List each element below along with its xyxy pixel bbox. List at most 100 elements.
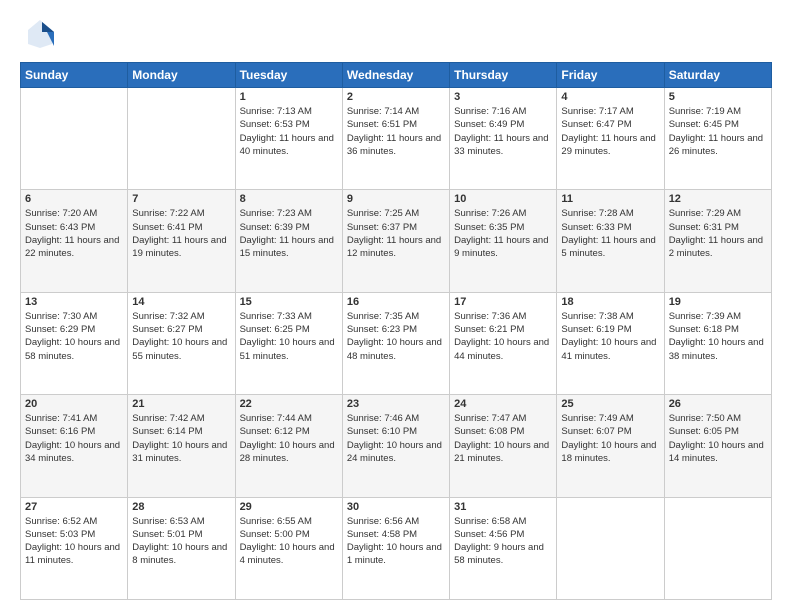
day-info: Sunrise: 7:35 AM Sunset: 6:23 PM Dayligh…	[347, 310, 445, 363]
day-info: Sunrise: 7:28 AM Sunset: 6:33 PM Dayligh…	[561, 207, 659, 260]
day-info: Sunrise: 6:56 AM Sunset: 4:58 PM Dayligh…	[347, 515, 445, 568]
calendar-week-row: 20 Sunrise: 7:41 AM Sunset: 6:16 PM Dayli…	[21, 395, 772, 497]
calendar-cell: 18Sunrise: 7:38 AM Sunset: 6:19 PM Dayli…	[557, 292, 664, 394]
day-info: Sunrise: 7:16 AM Sunset: 6:49 PM Dayligh…	[454, 105, 552, 158]
day-number: 15	[240, 296, 338, 308]
day-number: 28	[132, 501, 230, 513]
weekday-header: Friday	[557, 63, 664, 88]
day-info: Sunrise: 7:30 AM Sunset: 6:29 PM Dayligh…	[25, 310, 123, 363]
calendar-cell: 11 Sunrise: 7:28 AM Sunset: 6:33 PM Dayli…	[557, 190, 664, 292]
calendar-cell: 13 Sunrise: 7:30 AM Sunset: 6:29 PM Dayli…	[21, 292, 128, 394]
day-info: Sunrise: 6:55 AM Sunset: 5:00 PM Dayligh…	[240, 515, 338, 568]
calendar-cell: 26 Sunrise: 7:50 AM Sunset: 6:05 PM Dayli…	[664, 395, 771, 497]
day-number: 12	[669, 193, 767, 205]
day-number: 5	[669, 91, 767, 103]
calendar-cell: 5Sunrise: 7:19 AM Sunset: 6:45 PM Daylig…	[664, 88, 771, 190]
page: SundayMondayTuesdayWednesdayThursdayFrid…	[0, 0, 792, 612]
calendar-cell: 4 Sunrise: 7:17 AM Sunset: 6:47 PM Daylig…	[557, 88, 664, 190]
calendar-cell: 21Sunrise: 7:42 AM Sunset: 6:14 PM Dayli…	[128, 395, 235, 497]
day-number: 31	[454, 501, 552, 513]
day-info: Sunrise: 7:38 AM Sunset: 6:19 PM Dayligh…	[561, 310, 659, 363]
day-number: 4	[561, 91, 659, 103]
day-number: 6	[25, 193, 123, 205]
day-number: 7	[132, 193, 230, 205]
calendar-cell: 31 Sunrise: 6:58 AM Sunset: 4:56 PM Dayli…	[450, 497, 557, 599]
day-info: Sunrise: 7:22 AM Sunset: 6:41 PM Dayligh…	[132, 207, 230, 260]
day-info: Sunrise: 7:32 AM Sunset: 6:27 PM Dayligh…	[132, 310, 230, 363]
calendar-cell: 23 Sunrise: 7:46 AM Sunset: 6:10 PM Dayli…	[342, 395, 449, 497]
day-info: Sunrise: 7:47 AM Sunset: 6:08 PM Dayligh…	[454, 412, 552, 465]
calendar-cell: 27 Sunrise: 6:52 AM Sunset: 5:03 PM Dayli…	[21, 497, 128, 599]
logo-icon	[20, 16, 56, 52]
day-number: 2	[347, 91, 445, 103]
day-info: Sunrise: 7:26 AM Sunset: 6:35 PM Dayligh…	[454, 207, 552, 260]
calendar-cell: 12 Sunrise: 7:29 AM Sunset: 6:31 PM Dayli…	[664, 190, 771, 292]
day-number: 23	[347, 398, 445, 410]
day-number: 24	[454, 398, 552, 410]
day-info: Sunrise: 6:58 AM Sunset: 4:56 PM Dayligh…	[454, 515, 552, 568]
calendar-header-row: SundayMondayTuesdayWednesdayThursdayFrid…	[21, 63, 772, 88]
day-number: 27	[25, 501, 123, 513]
day-number: 17	[454, 296, 552, 308]
day-number: 22	[240, 398, 338, 410]
day-info: Sunrise: 7:33 AM Sunset: 6:25 PM Dayligh…	[240, 310, 338, 363]
day-info: Sunrise: 7:44 AM Sunset: 6:12 PM Dayligh…	[240, 412, 338, 465]
calendar-cell: 14 Sunrise: 7:32 AM Sunset: 6:27 PM Dayli…	[128, 292, 235, 394]
calendar-cell: 6 Sunrise: 7:20 AM Sunset: 6:43 PM Daylig…	[21, 190, 128, 292]
calendar-week-row: 13 Sunrise: 7:30 AM Sunset: 6:29 PM Dayli…	[21, 292, 772, 394]
day-number: 25	[561, 398, 659, 410]
day-info: Sunrise: 7:46 AM Sunset: 6:10 PM Dayligh…	[347, 412, 445, 465]
day-number: 20	[25, 398, 123, 410]
day-info: Sunrise: 7:17 AM Sunset: 6:47 PM Dayligh…	[561, 105, 659, 158]
day-info: Sunrise: 6:52 AM Sunset: 5:03 PM Dayligh…	[25, 515, 123, 568]
calendar-table: SundayMondayTuesdayWednesdayThursdayFrid…	[20, 62, 772, 600]
weekday-header: Tuesday	[235, 63, 342, 88]
day-info: Sunrise: 7:20 AM Sunset: 6:43 PM Dayligh…	[25, 207, 123, 260]
calendar-cell: 16 Sunrise: 7:35 AM Sunset: 6:23 PM Dayli…	[342, 292, 449, 394]
day-number: 1	[240, 91, 338, 103]
calendar-week-row: 27 Sunrise: 6:52 AM Sunset: 5:03 PM Dayli…	[21, 497, 772, 599]
calendar-cell: 17 Sunrise: 7:36 AM Sunset: 6:21 PM Dayli…	[450, 292, 557, 394]
day-number: 14	[132, 296, 230, 308]
day-info: Sunrise: 7:14 AM Sunset: 6:51 PM Dayligh…	[347, 105, 445, 158]
calendar-cell: 25 Sunrise: 7:49 AM Sunset: 6:07 PM Dayli…	[557, 395, 664, 497]
calendar-cell	[128, 88, 235, 190]
calendar-cell: 3Sunrise: 7:16 AM Sunset: 6:49 PM Daylig…	[450, 88, 557, 190]
day-info: Sunrise: 7:49 AM Sunset: 6:07 PM Dayligh…	[561, 412, 659, 465]
day-number: 8	[240, 193, 338, 205]
day-info: Sunrise: 7:13 AM Sunset: 6:53 PM Dayligh…	[240, 105, 338, 158]
calendar-cell: 7 Sunrise: 7:22 AM Sunset: 6:41 PM Daylig…	[128, 190, 235, 292]
calendar-cell: 22 Sunrise: 7:44 AM Sunset: 6:12 PM Dayli…	[235, 395, 342, 497]
calendar-cell: 20 Sunrise: 7:41 AM Sunset: 6:16 PM Dayli…	[21, 395, 128, 497]
calendar-week-row: 6 Sunrise: 7:20 AM Sunset: 6:43 PM Daylig…	[21, 190, 772, 292]
day-info: Sunrise: 7:41 AM Sunset: 6:16 PM Dayligh…	[25, 412, 123, 465]
day-number: 9	[347, 193, 445, 205]
day-number: 11	[561, 193, 659, 205]
calendar-cell: 24 Sunrise: 7:47 AM Sunset: 6:08 PM Dayli…	[450, 395, 557, 497]
calendar-cell: 8 Sunrise: 7:23 AM Sunset: 6:39 PM Daylig…	[235, 190, 342, 292]
day-info: Sunrise: 7:36 AM Sunset: 6:21 PM Dayligh…	[454, 310, 552, 363]
day-info: Sunrise: 7:42 AM Sunset: 6:14 PM Dayligh…	[132, 412, 230, 465]
day-number: 10	[454, 193, 552, 205]
weekday-header: Monday	[128, 63, 235, 88]
calendar-cell: 1 Sunrise: 7:13 AM Sunset: 6:53 PM Daylig…	[235, 88, 342, 190]
calendar-cell: 19 Sunrise: 7:39 AM Sunset: 6:18 PM Dayli…	[664, 292, 771, 394]
weekday-header: Saturday	[664, 63, 771, 88]
day-info: Sunrise: 7:29 AM Sunset: 6:31 PM Dayligh…	[669, 207, 767, 260]
day-number: 30	[347, 501, 445, 513]
day-number: 29	[240, 501, 338, 513]
day-number: 26	[669, 398, 767, 410]
day-info: Sunrise: 6:53 AM Sunset: 5:01 PM Dayligh…	[132, 515, 230, 568]
day-info: Sunrise: 7:23 AM Sunset: 6:39 PM Dayligh…	[240, 207, 338, 260]
day-number: 13	[25, 296, 123, 308]
calendar-cell: 29 Sunrise: 6:55 AM Sunset: 5:00 PM Dayli…	[235, 497, 342, 599]
weekday-header: Sunday	[21, 63, 128, 88]
day-info: Sunrise: 7:39 AM Sunset: 6:18 PM Dayligh…	[669, 310, 767, 363]
day-number: 19	[669, 296, 767, 308]
day-number: 16	[347, 296, 445, 308]
calendar-cell: 28 Sunrise: 6:53 AM Sunset: 5:01 PM Dayli…	[128, 497, 235, 599]
calendar-cell	[557, 497, 664, 599]
logo	[20, 16, 60, 52]
calendar-cell	[664, 497, 771, 599]
day-info: Sunrise: 7:50 AM Sunset: 6:05 PM Dayligh…	[669, 412, 767, 465]
